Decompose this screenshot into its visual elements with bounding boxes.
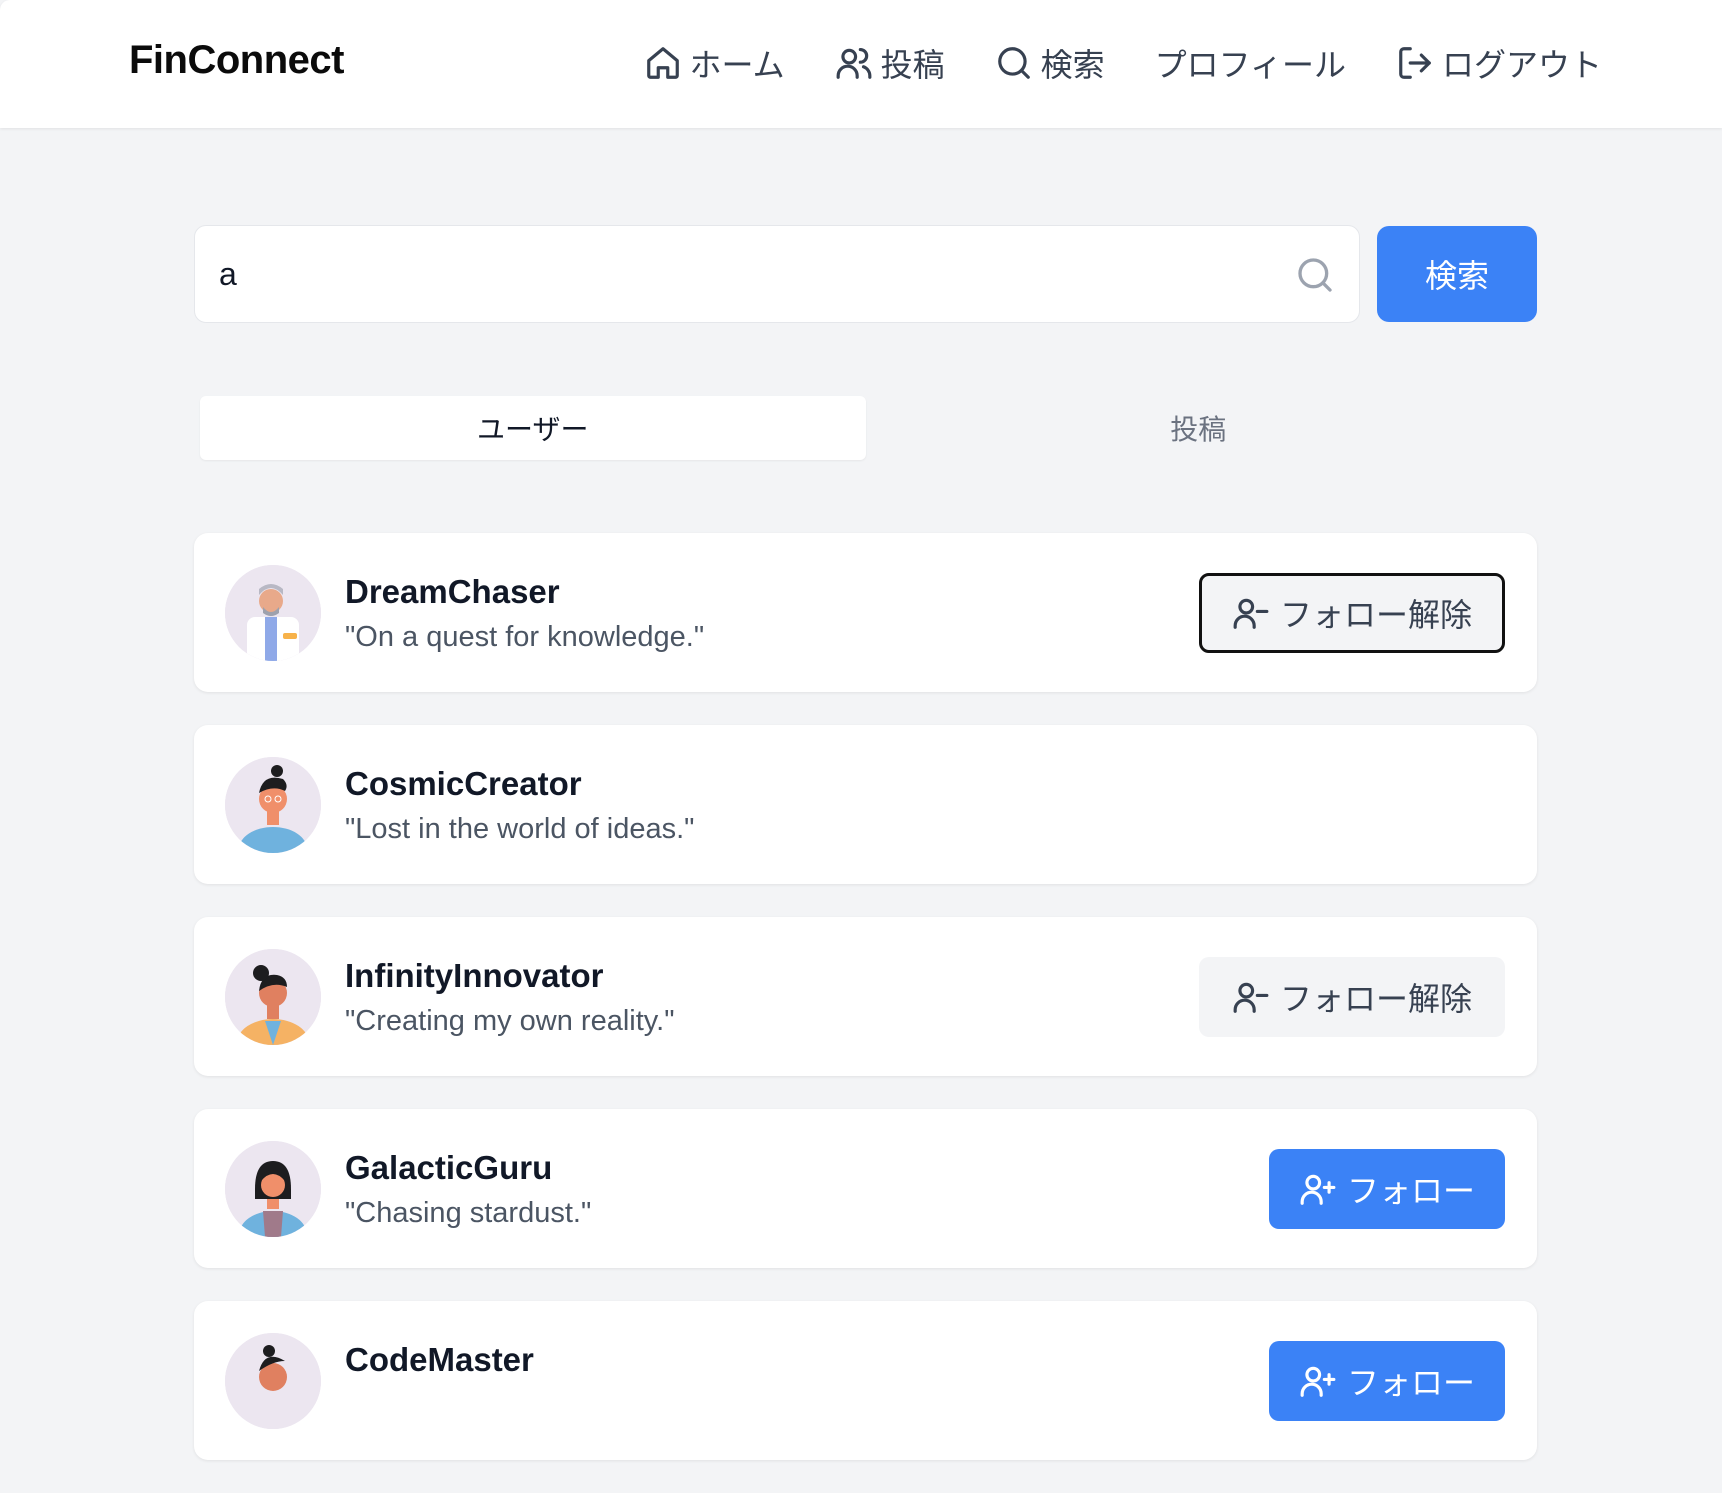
unfollow-label: フォロー解除 bbox=[1279, 596, 1472, 634]
user-plus-icon bbox=[1300, 1366, 1336, 1397]
nav-home-label: ホーム bbox=[689, 46, 785, 84]
nav-logout-label: ログアウト bbox=[1441, 46, 1602, 84]
user-card: CosmicCreator "Lost in the world of idea… bbox=[194, 725, 1537, 884]
avatar[interactable] bbox=[225, 565, 321, 661]
avatar[interactable] bbox=[225, 1141, 321, 1237]
result-tabs: ユーザー 投稿 bbox=[194, 388, 1537, 468]
tab-users[interactable]: ユーザー bbox=[200, 396, 866, 460]
user-card: InfinityInnovator "Creating my own reali… bbox=[194, 917, 1537, 1076]
nav-profile[interactable]: プロフィール bbox=[1155, 40, 1346, 86]
nav-posts-label: 投稿 bbox=[880, 46, 945, 84]
follow-label: フォロー bbox=[1346, 1172, 1475, 1210]
user-bio: "Lost in the world of ideas." bbox=[345, 813, 695, 845]
tab-posts[interactable]: 投稿 bbox=[866, 396, 1532, 460]
home-icon bbox=[646, 47, 679, 79]
search-box bbox=[194, 225, 1360, 323]
follow-button[interactable]: フォロー bbox=[1268, 1149, 1505, 1229]
user-name[interactable]: InfinityInnovator bbox=[345, 957, 604, 995]
user-card: DreamChaser "On a quest for knowledge." … bbox=[194, 533, 1537, 692]
user-name[interactable]: CodeMaster bbox=[345, 1341, 534, 1379]
top-navbar: FinConnect ホーム 投稿 検索 プロフィール ログアウト bbox=[0, 0, 1722, 128]
avatar[interactable] bbox=[225, 1333, 321, 1429]
user-card: GalacticGuru "Chasing stardust." フォロー bbox=[194, 1109, 1537, 1268]
unfollow-label: フォロー解除 bbox=[1279, 980, 1472, 1018]
nav-profile-label: プロフィール bbox=[1154, 46, 1346, 84]
nav-search[interactable]: 検索 bbox=[995, 40, 1105, 86]
user-name[interactable]: CosmicCreator bbox=[345, 765, 582, 803]
user-list: DreamChaser "On a quest for knowledge." … bbox=[194, 533, 1537, 1493]
unfollow-button[interactable]: フォロー解除 bbox=[1198, 957, 1505, 1037]
brand-logo[interactable]: FinConnect bbox=[129, 38, 344, 83]
search-input[interactable] bbox=[219, 226, 1279, 322]
follow-label: フォロー bbox=[1346, 1364, 1475, 1402]
user-name[interactable]: GalacticGuru bbox=[345, 1149, 552, 1187]
user-minus-icon bbox=[1233, 982, 1269, 1013]
logout-icon bbox=[1399, 47, 1431, 79]
follow-button[interactable]: フォロー bbox=[1268, 1341, 1505, 1421]
user-card: CodeMaster フォロー bbox=[194, 1301, 1537, 1460]
nav-links: ホーム 投稿 検索 プロフィール ログアウト bbox=[644, 40, 1602, 86]
nav-search-label: 検索 bbox=[1040, 46, 1105, 84]
nav-logout[interactable]: ログアウト bbox=[1396, 40, 1602, 86]
search-button[interactable]: 検索 bbox=[1377, 226, 1537, 322]
search-row: 検索 bbox=[194, 225, 1537, 323]
nav-posts[interactable]: 投稿 bbox=[835, 40, 945, 86]
user-name[interactable]: DreamChaser bbox=[345, 573, 560, 611]
search-icon bbox=[1298, 258, 1332, 292]
users-icon bbox=[836, 47, 871, 79]
avatar[interactable] bbox=[225, 757, 321, 853]
unfollow-button[interactable]: フォロー解除 bbox=[1198, 573, 1505, 653]
user-plus-icon bbox=[1300, 1174, 1336, 1205]
user-bio: "Creating my own reality." bbox=[345, 1005, 675, 1037]
user-bio: "On a quest for knowledge." bbox=[345, 621, 705, 653]
avatar[interactable] bbox=[225, 949, 321, 1045]
user-bio: "Chasing stardust." bbox=[345, 1197, 592, 1229]
nav-home[interactable]: ホーム bbox=[644, 40, 785, 86]
user-minus-icon bbox=[1233, 598, 1269, 629]
search-icon bbox=[997, 47, 1030, 79]
